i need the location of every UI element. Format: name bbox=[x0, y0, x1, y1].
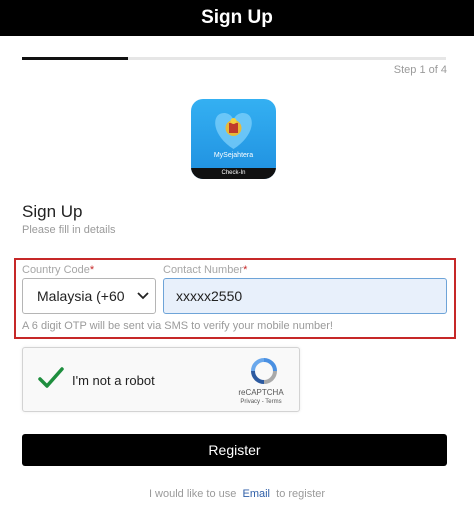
register-button[interactable]: Register bbox=[22, 434, 447, 466]
otp-hint: A 6 digit OTP will be sent via SMS to ve… bbox=[22, 320, 333, 332]
progress-bar bbox=[22, 57, 446, 60]
page-title: Sign Up bbox=[201, 7, 273, 28]
top-bar: Sign Up bbox=[0, 0, 474, 36]
recaptcha-terms[interactable]: Privacy - Terms bbox=[226, 399, 296, 405]
email-link[interactable]: Email bbox=[243, 488, 271, 500]
recaptcha-label: I'm not a robot bbox=[72, 373, 155, 388]
app-logo: MySejahtera Check-In bbox=[191, 99, 276, 179]
progress-fill bbox=[22, 57, 128, 60]
country-code-select[interactable]: Malaysia (+60 bbox=[22, 278, 156, 314]
country-code-label: Country Code* bbox=[22, 264, 95, 276]
form-title: Sign Up bbox=[22, 202, 83, 221]
step-indicator: Step 1 of 4 bbox=[393, 64, 447, 76]
chevron-down-icon bbox=[137, 292, 149, 300]
recaptcha-brand: reCAPTCHA bbox=[238, 388, 284, 397]
checkmark-icon[interactable] bbox=[37, 366, 65, 390]
form-subtitle: Please fill in details bbox=[22, 224, 116, 236]
app-name: MySejahtera bbox=[213, 152, 254, 159]
contact-number-label: Contact Number* bbox=[163, 264, 248, 276]
heart-icon bbox=[215, 113, 252, 149]
country-code-value: Malaysia (+60 bbox=[37, 288, 125, 304]
recaptcha-icon bbox=[251, 358, 277, 384]
contact-number-input[interactable] bbox=[163, 278, 447, 314]
recaptcha-widget: I'm not a robot reCAPTCHA Privacy - Term… bbox=[22, 347, 300, 412]
footer-text: I would like to use Email to register bbox=[148, 488, 326, 500]
app-subtitle: Check-In bbox=[191, 168, 276, 179]
